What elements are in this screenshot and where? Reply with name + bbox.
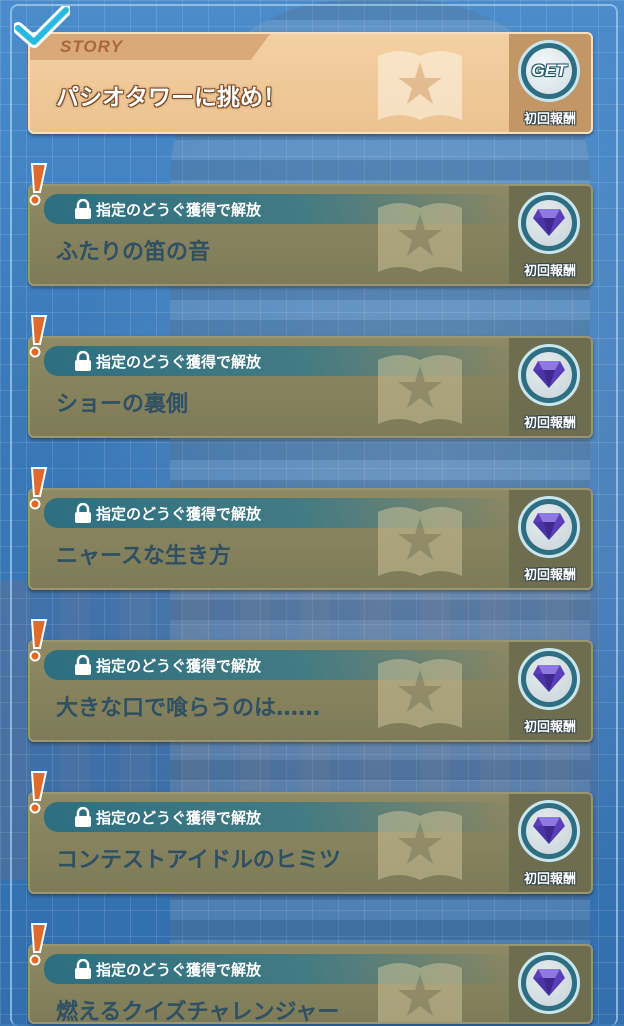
reward-panel: GET 初回報酬: [509, 34, 591, 132]
story-card-5[interactable]: 指定のどうぐ獲得で解放 大きな口で喰らうのは…… 初回報酬: [28, 640, 593, 742]
lock-icon: [75, 807, 91, 827]
story-title: ニャースな生き方: [56, 544, 231, 569]
first-reward-label: 初回報酬: [523, 416, 576, 431]
gem-icon: [533, 969, 565, 996]
reward-gem-slot[interactable]: [518, 952, 580, 1014]
story-card-1[interactable]: STORY パシオタワーに挑め！ GET 初回報酬: [28, 32, 593, 134]
story-card-6[interactable]: 指定のどうぐ獲得で解放 コンテストアイドルのヒミツ 初回報酬: [28, 792, 593, 894]
story-title: コンテストアイドルのヒミツ: [56, 848, 341, 873]
story-card-4[interactable]: 指定のどうぐ獲得で解放 ニャースな生き方 初回報酬: [28, 488, 593, 590]
lock-icon: [75, 655, 91, 675]
cleared-check-icon: [14, 6, 70, 48]
lock-icon: [75, 199, 91, 219]
story-title: ふたりの笛の音: [56, 240, 211, 265]
reward-panel: 初回報酬: [509, 186, 591, 284]
alert-icon: [29, 315, 48, 358]
gem-icon: [533, 209, 565, 236]
lock-condition-text: 指定のどうぐ獲得で解放: [96, 961, 262, 979]
alert-icon: [29, 923, 48, 966]
story-title: 燃えるクイズチャレンジャー: [56, 1000, 340, 1024]
story-title: ショーの裏側: [56, 392, 189, 417]
story-book-icon: [378, 659, 462, 728]
lock-icon: [75, 503, 91, 523]
get-reward-button[interactable]: GET: [518, 40, 580, 102]
story-book-icon: [378, 203, 462, 272]
alert-icon: [29, 619, 48, 662]
lock-condition-text: 指定のどうぐ獲得で解放: [96, 201, 262, 219]
alert-icon: [29, 771, 48, 814]
gem-icon: [533, 513, 565, 540]
lock-icon: [75, 351, 91, 371]
story-title: 大きな口で喰らうのは……: [56, 696, 321, 721]
reward-panel: 初回報酬: [509, 490, 591, 588]
lock-icon: [75, 959, 91, 979]
first-reward-label: 初回報酬: [523, 568, 576, 583]
story-book-icon: [378, 963, 462, 1022]
lock-condition-text: 指定のどうぐ獲得で解放: [96, 657, 262, 675]
story-card-3[interactable]: 指定のどうぐ獲得で解放 ショーの裏側 初回報酬: [28, 336, 593, 438]
reward-gem-slot[interactable]: [518, 648, 580, 710]
gem-icon: [533, 665, 565, 692]
first-reward-label: 初回報酬: [523, 872, 576, 887]
reward-gem-slot[interactable]: [518, 344, 580, 406]
reward-gem-slot[interactable]: [518, 496, 580, 558]
first-reward-label: 初回報酬: [523, 720, 576, 735]
story-title: パシオタワーに挑め！: [56, 85, 286, 111]
reward-gem-slot[interactable]: [518, 800, 580, 862]
lock-condition-text: 指定のどうぐ獲得で解放: [96, 505, 262, 523]
story-card-7[interactable]: 指定のどうぐ獲得で解放 燃えるクイズチャレンジャー: [28, 944, 593, 1024]
reward-panel: 初回報酬: [509, 642, 591, 740]
lock-condition-text: 指定のどうぐ獲得で解放: [96, 809, 262, 827]
get-label: GET: [531, 61, 567, 80]
story-card-2[interactable]: 指定のどうぐ獲得で解放 ふたりの笛の音 初回報酬: [28, 184, 593, 286]
reward-panel: 初回報酬: [509, 338, 591, 436]
first-reward-label: 初回報酬: [523, 264, 576, 279]
story-book-icon: [378, 811, 462, 880]
lock-condition-text: 指定のどうぐ獲得で解放: [96, 353, 262, 371]
first-reward-label: 初回報酬: [523, 112, 576, 127]
alert-icon: [29, 163, 48, 206]
gem-icon: [533, 361, 565, 388]
gem-icon: [533, 817, 565, 844]
story-book-icon: [378, 507, 462, 576]
story-book-icon: [378, 51, 462, 120]
reward-panel: 初回報酬: [509, 794, 591, 892]
reward-gem-slot[interactable]: [518, 192, 580, 254]
story-book-icon: [378, 355, 462, 424]
reward-panel: [509, 946, 591, 1022]
alert-icon: [29, 467, 48, 510]
